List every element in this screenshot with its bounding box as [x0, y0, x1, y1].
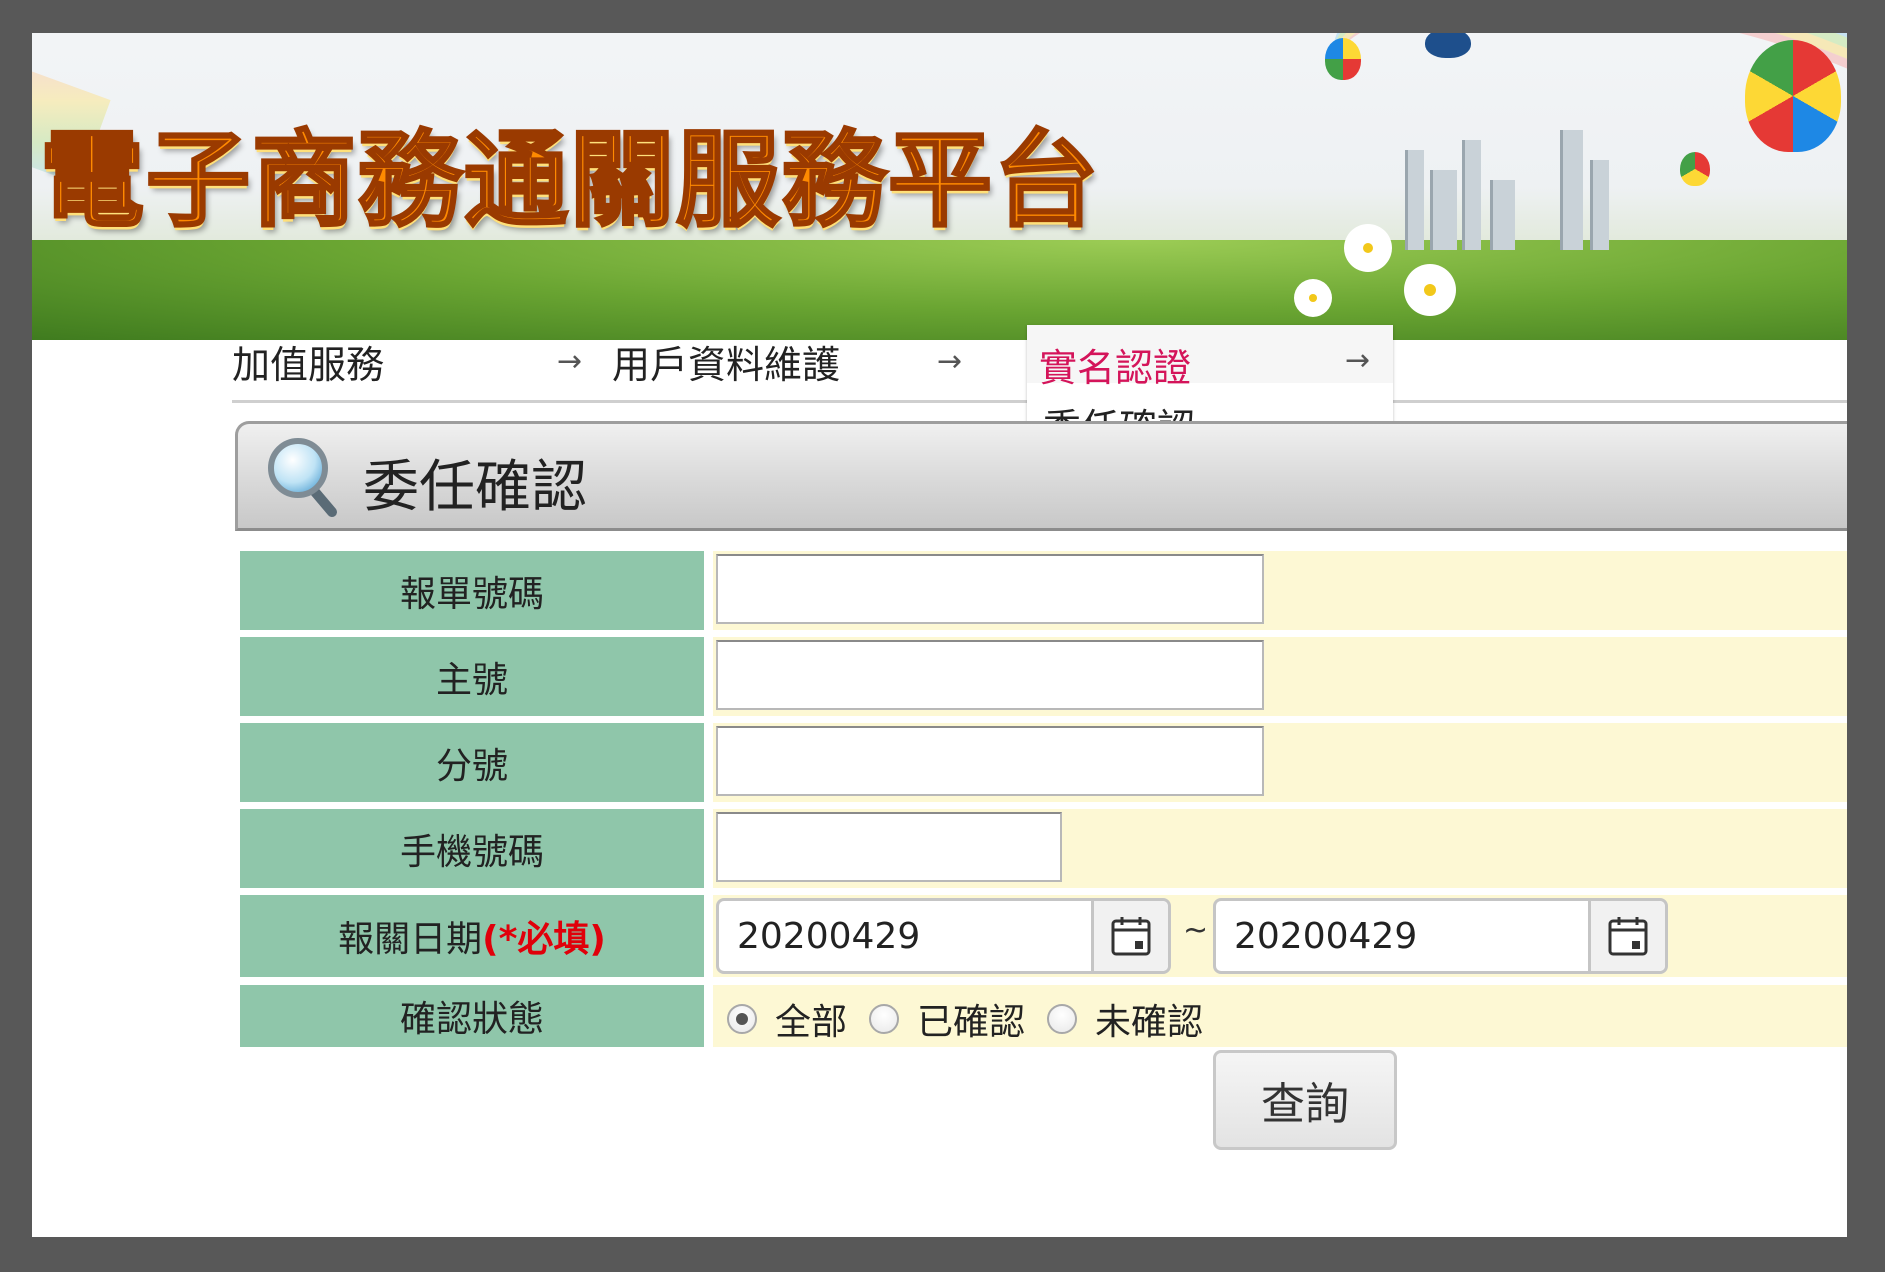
- required-mark: (*必填): [482, 919, 606, 960]
- page-title: 委任確認: [363, 455, 587, 520]
- breadcrumb: 加值服務 → 用戶資料維護 → 實名認證 → 委任確認: [232, 325, 1847, 460]
- form-row-declaration-date: 報關日期 (*必填) 20200429 ~ 20200429: [240, 895, 1847, 977]
- radio-all-label[interactable]: 全部: [775, 993, 847, 1045]
- date-to-picker: 20200429: [1213, 898, 1668, 974]
- radio-unconfirmed[interactable]: [1047, 1004, 1078, 1034]
- radio-confirmed-label[interactable]: 已確認: [917, 993, 1025, 1045]
- hot-air-balloon-icon: [1745, 40, 1841, 152]
- page-title-bar: 委任確認: [235, 421, 1847, 531]
- sub-no-cell: [713, 723, 1847, 802]
- master-no-input[interactable]: [716, 640, 1264, 710]
- sub-no-input[interactable]: [716, 726, 1264, 796]
- hot-air-balloon-icon: [1680, 152, 1710, 186]
- radio-confirmed[interactable]: [869, 1004, 900, 1034]
- mobile-no-cell: [713, 809, 1847, 888]
- query-button[interactable]: 查詢: [1213, 1050, 1397, 1150]
- declaration-no-cell: [713, 551, 1847, 630]
- banner: 電子商務通關服務平台: [32, 33, 1847, 340]
- building: [1430, 170, 1457, 250]
- daisy-flower-icon: [1300, 285, 1326, 311]
- radio-all[interactable]: [727, 1004, 757, 1034]
- calendar-icon[interactable]: [1091, 901, 1168, 971]
- app-window: 電子商務通關服務平台 加值服務 → 用戶資料維護 → 實名認證 → 委任確認 報…: [32, 33, 1847, 1237]
- breadcrumb-item-user-data[interactable]: 用戶資料維護: [612, 335, 840, 387]
- confirm-status-label: 確認狀態: [240, 985, 704, 1047]
- declaration-date-label: 報關日期 (*必填): [240, 895, 704, 977]
- confirm-status-radio-group: 全部 已確認 未確認: [727, 993, 1225, 1045]
- banner-title: 電子商務通關服務平台: [38, 119, 1101, 241]
- declaration-date-cell: 20200429 ~ 20200429: [713, 895, 1847, 977]
- building: [1405, 150, 1424, 250]
- form-row-mobile-no: 手機號碼: [240, 809, 1847, 888]
- mobile-no-label: 手機號碼: [240, 809, 704, 888]
- breadcrumb-label-active: 實名認證: [1039, 346, 1192, 390]
- declaration-no-input[interactable]: [716, 554, 1264, 624]
- calendar-icon[interactable]: [1588, 901, 1665, 971]
- date-from-input[interactable]: 20200429: [719, 916, 1091, 957]
- magnifier-icon: [268, 438, 337, 517]
- date-to-input[interactable]: 20200429: [1216, 916, 1588, 957]
- daisy-flower-icon: [1350, 230, 1386, 266]
- radio-unconfirmed-label[interactable]: 未確認: [1095, 993, 1203, 1045]
- hot-air-balloon-icon: [1325, 38, 1361, 80]
- mobile-no-input[interactable]: [716, 812, 1062, 882]
- arrow-right-icon: →: [937, 343, 963, 379]
- breadcrumb-label: 加值服務: [232, 342, 385, 387]
- arrow-right-icon: →: [557, 343, 583, 379]
- confirm-status-cell: 全部 已確認 未確認: [713, 985, 1847, 1047]
- master-no-label: 主號: [240, 637, 704, 716]
- breadcrumb-item-real-name[interactable]: 實名認證 →: [1027, 325, 1393, 390]
- form-row-declaration-no: 報單號碼: [240, 551, 1847, 630]
- form-row-confirm-status: 確認狀態 全部 已確認 未確認: [240, 985, 1847, 1047]
- form-row-sub-no: 分號: [240, 723, 1847, 802]
- breadcrumb-label: 用戶資料維護: [612, 342, 841, 387]
- master-no-cell: [713, 637, 1847, 716]
- form-row-master-no: 主號: [240, 637, 1847, 716]
- daisy-flower-icon: [1410, 270, 1450, 310]
- hot-air-balloon-icon: [1425, 33, 1471, 58]
- building: [1462, 140, 1481, 250]
- breadcrumb-item-value-added[interactable]: 加值服務: [232, 335, 384, 387]
- arrow-right-icon: →: [1345, 343, 1371, 378]
- building: [1590, 160, 1609, 250]
- date-range-separator: ~: [1183, 913, 1209, 948]
- sub-no-label: 分號: [240, 723, 704, 802]
- date-from-picker: 20200429: [716, 898, 1171, 974]
- building: [1490, 180, 1515, 250]
- building: [1560, 130, 1583, 250]
- declaration-no-label: 報單號碼: [240, 551, 704, 630]
